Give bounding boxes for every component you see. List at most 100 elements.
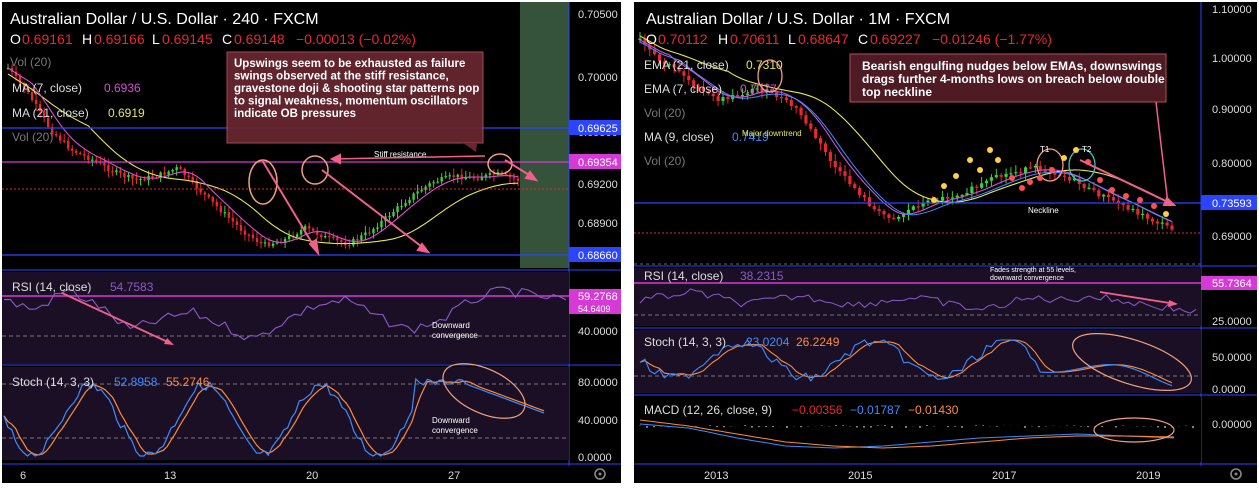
right-major-downtrend-label: Major downtrend — [742, 129, 802, 138]
right-macd-label: MACD (12, 26, close, 9) — [644, 403, 772, 417]
left-candle — [263, 242, 267, 244]
left-candle — [404, 203, 407, 206]
right-candle — [814, 128, 818, 139]
right-pattern-dot — [1019, 185, 1025, 191]
right-pattern-dot — [1061, 155, 1067, 161]
left-tag-blue-bottom-text: 0.68660 — [578, 250, 618, 262]
left-ma21-value: 0.6919 — [108, 106, 145, 120]
left-candle — [187, 175, 190, 178]
left-candle — [456, 174, 459, 177]
left-stoch-tick: 80.0000 — [578, 377, 618, 389]
svg-text:O: O — [646, 31, 657, 47]
right-price-tick: 0.90000 — [1212, 104, 1252, 116]
left-candle — [139, 178, 142, 181]
right-candle — [1145, 213, 1150, 219]
left-change: −0.00013 (−0.02%) — [296, 31, 416, 47]
left-candle — [424, 186, 427, 191]
right-rsi-pane[interactable]: RSI (14, close) 38.2315 Fades strength a… — [634, 265, 1257, 328]
left-candle — [440, 177, 443, 182]
left-tag-magenta-text: 0.69354 — [578, 157, 618, 169]
left-candle — [115, 170, 118, 173]
right-pattern-dot — [1109, 187, 1115, 193]
right-stoch-tick: 50.0000 — [1212, 352, 1252, 364]
svg-text:L: L — [152, 31, 160, 47]
left-candle — [372, 228, 375, 234]
right-ma9-label: MA (9, close) — [644, 130, 714, 144]
right-candle — [784, 97, 789, 101]
chart-svg: Australian Dollar / U.S. Dollar · 240 · … — [0, 0, 1259, 485]
right-pattern-dot — [1163, 211, 1169, 217]
right-date-tick: 2017 — [992, 470, 1016, 482]
right-candle — [1014, 172, 1018, 174]
left-candle — [400, 205, 403, 208]
right-candle — [828, 152, 832, 161]
left-candle — [516, 178, 520, 181]
right-candle — [872, 206, 876, 210]
right-vol2-label: Vol (20) — [644, 154, 685, 168]
right-pattern-dot — [987, 147, 993, 153]
left-candle — [380, 220, 383, 228]
right-pattern-dot — [1097, 177, 1103, 183]
right-candle — [833, 160, 837, 168]
left-candle — [83, 153, 86, 156]
right-candle — [877, 209, 881, 212]
left-candle — [348, 245, 351, 247]
right-candle — [1155, 221, 1159, 224]
left-vol-label-top: Vol (20) — [10, 55, 51, 69]
right-pattern-dot — [1073, 147, 1079, 153]
right-ema7-value: 0.7077 — [740, 82, 777, 96]
left-ma7-label: MA (7, close) — [12, 81, 82, 95]
right-callout: Bearish engulfing nudges below EMAs, dow… — [849, 53, 1167, 103]
left-candle — [444, 175, 447, 178]
right-candle — [838, 167, 842, 172]
left-candle — [67, 140, 70, 149]
right-macd-b: −0.01787 — [850, 403, 901, 417]
right-pattern-dot — [1009, 175, 1015, 181]
left-price-tick: 0.68900 — [578, 218, 618, 230]
left-candle — [452, 175, 455, 177]
right-t1-label: T1 — [1040, 145, 1050, 154]
right-rsi-value: 38.2315 — [740, 269, 784, 283]
right-candle — [950, 197, 954, 199]
right-candle — [726, 97, 730, 100]
right-candle — [1023, 167, 1028, 173]
left-candle — [87, 155, 90, 161]
svg-text:C: C — [858, 31, 868, 47]
right-candle — [809, 123, 813, 129]
left-candle — [135, 178, 138, 180]
right-neckline-label: Neckline — [1028, 206, 1059, 215]
left-candle — [299, 230, 303, 235]
left-candle — [488, 173, 492, 175]
right-pattern-dot — [931, 197, 937, 203]
right-candle — [1092, 187, 1096, 191]
left-candle — [91, 159, 94, 161]
left-candle — [448, 175, 451, 177]
right-stoch-label: Stoch (14, 3, 3) — [644, 335, 726, 349]
left-candle — [143, 178, 146, 181]
left-rsi-pane[interactable]: RSI (14, close) 54.7583 Downward converg… — [2, 269, 621, 364]
right-macd-pane[interactable]: MACD (12, 26, close, 9) −0.00356 −0.0178… — [634, 394, 1257, 462]
left-candle — [512, 177, 516, 179]
left-rsi-tick: 40.0000 — [578, 326, 618, 338]
left-candle — [311, 228, 315, 231]
left-candle — [480, 177, 484, 180]
left-stoch-pane[interactable]: Stoch (14, 3, 3) 52.8958 55.2746 Downwar… — [2, 352, 621, 464]
left-candle — [123, 172, 126, 178]
left-candle — [107, 165, 110, 172]
right-candle — [1131, 208, 1135, 211]
left-stoch-label: Stoch (14, 3, 3) — [12, 375, 94, 389]
right-candle — [1126, 205, 1130, 210]
right-macd-a: −0.00356 — [792, 403, 843, 417]
left-candle — [324, 235, 327, 238]
left-candle — [75, 150, 78, 153]
right-rsi-tick: 25.0000 — [1212, 316, 1252, 328]
svg-text:O: O — [10, 31, 21, 47]
right-candle — [1063, 175, 1067, 177]
chart-workspace: Australian Dollar / U.S. Dollar · 240 · … — [0, 0, 1259, 485]
right-candle — [1082, 183, 1086, 188]
right-candle — [1150, 218, 1155, 222]
right-change: −0.01246 (−1.77%) — [932, 31, 1052, 47]
right-stoch-pane[interactable]: Stoch (14, 3, 3) 23.0204 26.2249 50.0000… — [634, 322, 1257, 402]
right-pattern-dot — [1037, 175, 1043, 181]
right-candle — [818, 138, 823, 144]
